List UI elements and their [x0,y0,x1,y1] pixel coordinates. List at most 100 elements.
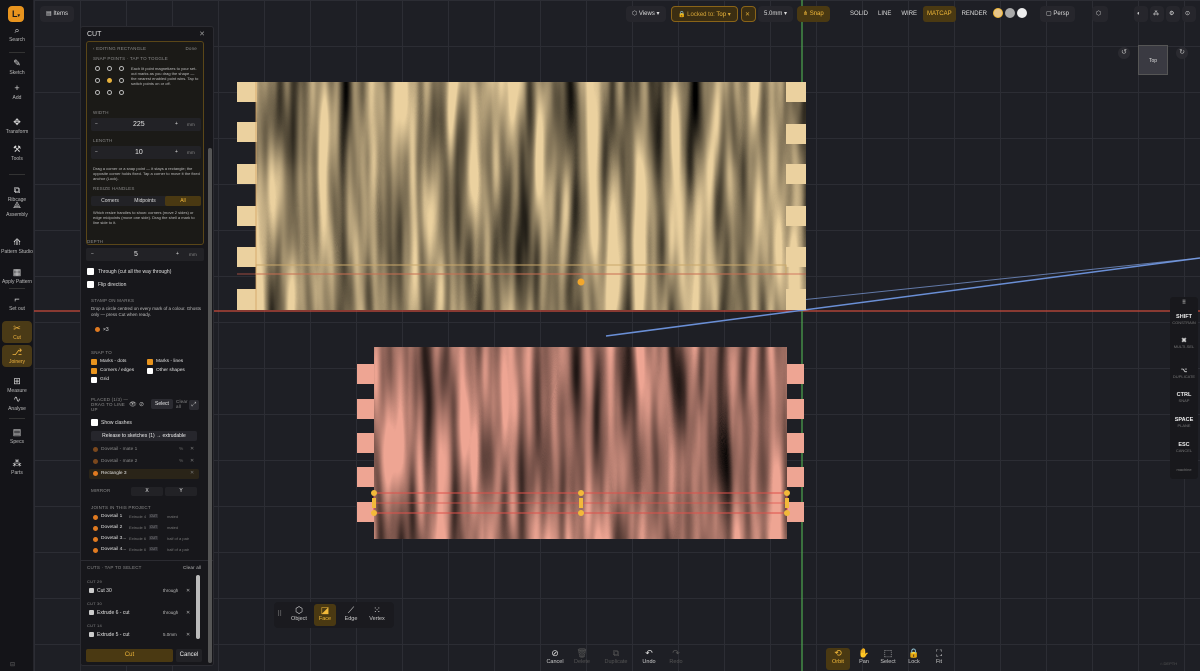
cut-checkbox[interactable] [89,610,94,615]
pick-object[interactable]: ⬡ Object [288,604,310,626]
show-clashes-checkbox[interactable] [91,419,98,426]
width-value[interactable]: 225 [133,121,145,128]
collapse-rail-icon[interactable]: ⊟ [10,661,15,668]
placed-item-remove-icon[interactable]: ✕ [190,459,194,464]
rail-cut[interactable]: ✂ Cut [2,321,32,343]
matcap-swatch-warm[interactable] [993,8,1003,18]
cuts-clear-button[interactable]: Clear all [183,565,201,570]
rail-tools[interactable]: ⚒ Tools [0,144,34,162]
resize-midpoints-option[interactable]: Midpoints [127,198,163,204]
depth-plus-button[interactable]: + [176,251,179,257]
mirror-y-button[interactable]: Y [165,487,197,496]
mode-render[interactable]: RENDER [958,6,991,22]
rail-analyse[interactable]: ∿ Analyse [0,394,34,412]
cut-button[interactable]: Cut [86,649,173,662]
flip-direction-checkbox[interactable] [87,281,94,288]
rail-assembly[interactable]: ⟁ Assembly [0,200,34,218]
rail-search[interactable]: ⌕ Search [0,25,34,43]
cut-item[interactable]: Extrude 6 - cut [97,610,130,616]
rail-measure[interactable]: ⊞ Measure [0,376,34,394]
snap-point[interactable] [95,90,100,95]
snap-point[interactable] [95,66,100,71]
action-duplicate[interactable]: ⧉ Duplicate [604,648,628,665]
depth-minus-button[interactable]: − [91,251,94,257]
rotate-right-icon[interactable]: ↻ [1176,47,1188,59]
length-stepper[interactable] [91,146,201,159]
placed-item[interactable]: Dovetail - mate 1 [101,447,137,452]
nav-fit[interactable]: ⛶ Fit [927,648,951,670]
cut-remove-icon[interactable]: ✕ [186,632,190,638]
app-logo[interactable]: L▾ [8,6,24,22]
locked-view-button[interactable]: 🔒 Locked to: Top ▾ [671,6,738,22]
unlock-close-button[interactable]: ✕ [741,6,756,22]
snap-point[interactable] [119,90,124,95]
action-cancel[interactable]: ⊘ Cancel [543,648,567,665]
cut-remove-icon[interactable]: ✕ [186,610,190,616]
nav-lock[interactable]: 🔒 Lock [902,648,926,670]
length-plus-button[interactable]: + [175,149,178,155]
grid-size-button[interactable]: 5.0mm ▾ [758,6,794,22]
mode-solid[interactable]: SOLID [846,6,872,22]
placed-item[interactable]: Rectangle 3 [101,471,127,476]
rail-transform[interactable]: ✥ Transform [0,117,34,135]
rail-parts[interactable]: ⁂ Parts [0,458,34,476]
rotate-left-icon[interactable]: ↺ [1118,47,1130,59]
rail-pattern-studio[interactable]: ⟰ Pattern Studio [0,237,34,255]
snap-point[interactable] [95,78,100,83]
expand-icon[interactable]: ⤢ [189,400,199,410]
rail-specs[interactable]: ▤ Specs [0,427,34,445]
hide-icon[interactable]: ⊘ [139,401,144,408]
cut-item[interactable]: Cut 30 [97,588,112,594]
palette-icon[interactable]: ◐ [1134,6,1148,22]
cube-icon[interactable]: ⬡ [1092,6,1108,22]
eye-icon[interactable]: 👁 [129,401,137,408]
length-value[interactable]: 10 [135,149,143,156]
snap-to-checkbox[interactable] [147,368,153,374]
matcap-swatch-grey[interactable] [1005,8,1015,18]
snap-point[interactable] [107,90,112,95]
snap-point[interactable] [119,66,124,71]
joint-name[interactable]: Dovetail 3... [101,536,126,541]
snap-to-checkbox[interactable] [91,368,97,374]
placed-clear-button[interactable]: Clear all [176,399,190,409]
cancel-button[interactable]: Cancel [176,649,202,662]
views-button[interactable]: ⬡ Views ▾ [626,6,666,22]
snap-point[interactable] [107,66,112,71]
viewcube[interactable]: Top [1138,45,1168,75]
cut-item[interactable]: Extrude 5 - cut [97,632,130,638]
snap-to-checkbox[interactable] [91,377,97,383]
snap-point[interactable] [119,78,124,83]
resize-corners-option[interactable]: Corners [95,198,125,204]
joint-name[interactable]: Dovetail 1 [101,514,122,519]
settings-icon[interactable]: ⚙ [1166,6,1180,22]
depth-stepper[interactable] [86,248,204,261]
mode-wire[interactable]: WIRE [897,6,921,22]
mode-line[interactable]: LINE [874,6,895,22]
pick-edge[interactable]: ⟋ Edge [340,604,362,626]
snap-to-checkbox[interactable] [147,359,153,365]
mode-matcap[interactable]: MATCAP [923,6,956,22]
length-minus-button[interactable]: − [95,149,98,155]
placed-select-button[interactable]: Select [151,399,173,409]
placed-item[interactable]: Dovetail - mate 2 [101,459,137,464]
cuts-scrollbar[interactable] [196,575,200,639]
rail-sketch[interactable]: ✎ Sketch [0,58,34,76]
resize-all-option[interactable]: All [165,198,201,204]
rail-set-out[interactable]: ⌐ Set out [0,294,34,312]
stamp-color-dot[interactable] [95,327,100,332]
matcap-swatch-white[interactable] [1017,8,1027,18]
grip-icon[interactable]: ⠿ [277,610,282,618]
width-stepper[interactable] [91,118,201,131]
snap-toggle[interactable]: ⋔ Snap [797,6,830,22]
nav-select[interactable]: ⬚ Select [876,648,900,670]
width-minus-button[interactable]: − [95,121,98,127]
depth-value[interactable]: 5 [134,251,138,258]
pick-face[interactable]: ◪ Face [314,604,336,626]
action-undo[interactable]: ↶ Undo [637,648,661,665]
nav-orbit[interactable]: ⟲ Orbit [826,648,850,670]
people-icon[interactable]: ⁂ [1150,6,1164,22]
action-redo[interactable]: ↷ Redo [664,648,688,665]
joint-name[interactable]: Dovetail 2 [101,525,122,530]
rail-joinery[interactable]: ⎇ Joinery [2,345,32,367]
nav-pan[interactable]: ✋ Pan [852,648,876,670]
